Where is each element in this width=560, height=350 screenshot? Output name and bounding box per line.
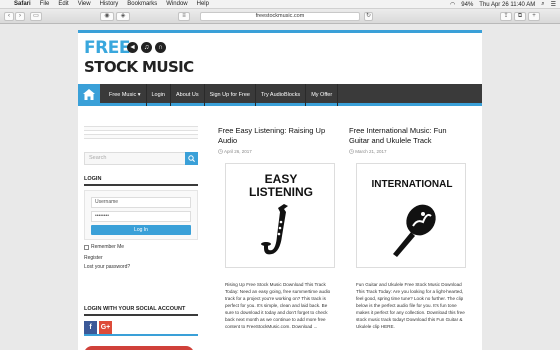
sidebar-empty-widget-2 [84,134,198,139]
login-title: LOGIN [84,176,198,186]
menu-bookmarks[interactable]: Bookmarks [127,1,157,7]
menu-file[interactable]: File [40,1,50,7]
tabs-icon[interactable]: ⧉ [514,12,526,21]
remember-me-label: Remember Me [91,244,125,250]
top-accent-line [78,30,482,33]
chevron-down-icon: ▾ [137,92,141,98]
search-button[interactable] [185,152,198,165]
wifi-icon[interactable]: ◠ [450,1,455,8]
webpage: FREE ◄ ♫ ∩ STOCK MUSIC Free Music ▾ Logi… [78,30,482,350]
login-widget: LOGIN Username •••••••• Log In Remember … [84,176,198,270]
post-card: Free Easy Listening: Raising Up Audio Ap… [218,126,338,154]
sidebar-empty-widget [84,126,198,131]
sidebar-divider [84,334,198,336]
home-icon [83,89,95,100]
nav-try-audioblocks[interactable]: Try AudioBlocks [256,84,307,106]
post-date-row-2: March 21, 2017 [349,149,469,154]
remember-me-checkbox[interactable] [84,244,89,250]
lost-password-link[interactable]: Lost your password? [84,264,198,270]
back-button[interactable]: ‹ [4,12,14,21]
music-note-icon: ♫ [141,42,152,53]
new-tab-icon[interactable]: + [528,12,540,21]
nav-my-offer[interactable]: My Offer [306,84,339,106]
username-field[interactable]: Username [91,197,191,208]
post-excerpt: Rising Up Free Stock Music Download This… [225,282,331,329]
social-icons: f G+ [84,321,198,334]
nav-sign-up[interactable]: Sign Up for Free [205,84,256,106]
post-excerpt-2: Fun Guitar and Ukulele Free Stock Music … [356,282,465,329]
facebook-icon[interactable]: f [84,321,97,334]
nav-login[interactable]: Login [147,84,171,106]
menu-help[interactable]: Help [197,1,209,7]
clock-icon [218,149,223,154]
password-field[interactable]: •••••••• [91,211,191,222]
site-logo[interactable]: FREE ◄ ♫ ∩ STOCK MUSIC [84,38,194,80]
menu-edit[interactable]: Edit [58,1,68,7]
post-date-row: April 26, 2017 [218,149,338,154]
menu-view[interactable]: View [78,1,91,7]
share-ext-icon[interactable]: ◈ [116,12,130,21]
menu-window[interactable]: Window [166,1,187,7]
maraca-icon [393,204,436,257]
logo-free-text: FREE [84,38,130,58]
menu-history[interactable]: History [100,1,119,7]
menu-app-name[interactable]: Safari [14,1,31,7]
system-menubar: Safari File Edit View History Bookmarks … [0,0,560,9]
post-title-2[interactable]: Free International Music: Fun Guitar and… [349,126,469,146]
remember-me[interactable]: Remember Me [84,244,198,250]
headphones-icon: ∩ [155,42,166,53]
login-form: Username •••••••• Log In [84,190,198,240]
nav-about-us[interactable]: About Us [171,84,205,106]
clock-icon [349,149,354,154]
post-date-2: March 21, 2017 [355,149,387,154]
logo-media-icons: ◄ ♫ ∩ [127,42,166,53]
nav-free-music-label: Free Music [109,92,137,98]
home-button[interactable] [78,84,100,106]
google-plus-icon[interactable]: G+ [99,321,112,334]
post-thumbnail[interactable]: EASY LISTENING [225,163,335,268]
register-link[interactable]: Register [84,255,198,261]
sidebar-strip [84,126,198,131]
notification-center-icon[interactable]: ☰ [551,1,556,8]
search-input[interactable]: Search [89,155,106,161]
browser-toolbar: ‹ › ▭ ◉ ◈ ≡ freestockmusic.com ↻ ⇪ ⧉ + [0,9,560,24]
forward-button[interactable]: › [15,12,25,21]
sidebar: Search LOGIN Username •••••••• Log In Re… [84,126,198,350]
search-box[interactable]: Search [84,152,198,165]
saxophone-icon [261,204,288,255]
sidebar-strip-2 [84,134,198,139]
status-area: ◠ 94% Thu Apr 26 11:40 AM ⌕ ☰ [450,0,556,9]
logo-stock-text: STOCK MUSIC [84,58,194,76]
reload-icon[interactable]: ↻ [364,12,373,21]
main-navigation: Free Music ▾ Login About Us Sign Up for … [78,84,482,106]
clock[interactable]: Thu Apr 26 11:40 AM [479,2,535,8]
sidebar-red-widget[interactable] [84,346,194,350]
address-bar[interactable]: freestockmusic.com [200,12,360,21]
speaker-icon: ◄ [127,42,138,53]
social-login-title: LOGIN WITH YOUR SOCIAL ACCOUNT [84,306,198,316]
reader-icon[interactable]: ≡ [178,12,190,21]
share-icon[interactable]: ⇪ [500,12,512,21]
login-button[interactable]: Log In [91,225,191,235]
sidebar-toggle-icon[interactable]: ▭ [30,12,42,21]
search-icon [188,155,195,162]
battery-level[interactable]: 94% [461,2,473,8]
social-login-widget: LOGIN WITH YOUR SOCIAL ACCOUNT f G+ [84,306,198,334]
post-date: April 26, 2017 [224,149,252,154]
nav-free-music[interactable]: Free Music ▾ [104,84,147,106]
extension-icon[interactable]: ◉ [100,12,114,21]
post-title[interactable]: Free Easy Listening: Raising Up Audio [218,126,338,146]
spotlight-icon[interactable]: ⌕ [541,1,544,8]
post-card-2: Free International Music: Fun Guitar and… [349,126,469,154]
post-thumbnail-2[interactable]: INTERNATIONAL [356,163,466,268]
